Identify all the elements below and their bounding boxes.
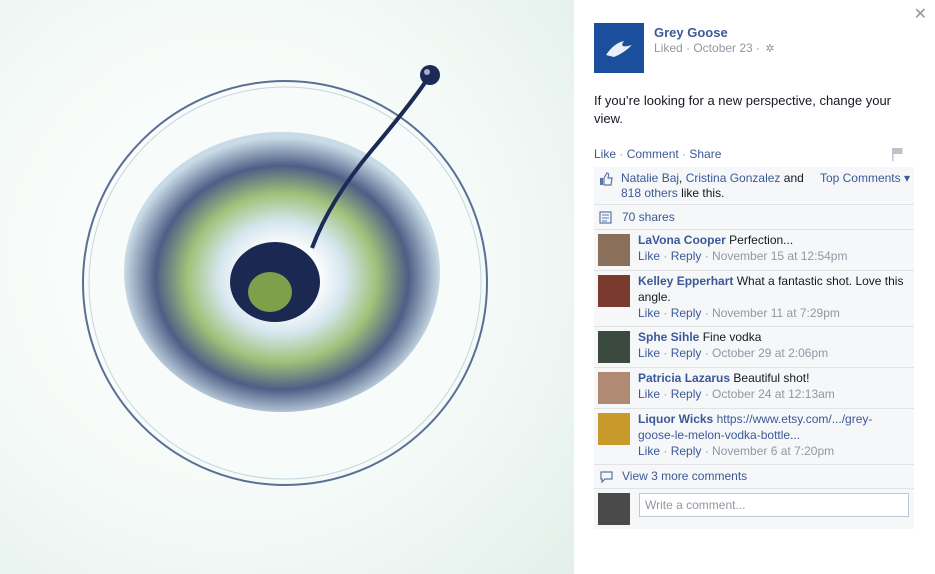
- view-more-comments-row: View 3 more comments: [594, 465, 914, 489]
- thumbs-up-icon: [600, 172, 613, 186]
- comment-like-link[interactable]: Like: [638, 444, 660, 458]
- comment-meta: Like · Reply · November 15 at 12:54pm: [638, 249, 848, 263]
- comment-text: Fine vodka: [702, 330, 762, 344]
- comment-reply-link[interactable]: Reply: [671, 387, 702, 401]
- comment-item: LaVona Cooper Perfection... Like · Reply…: [594, 230, 914, 271]
- likes-summary: Natalie Baj, Cristina Gonzalez and 818 o…: [594, 167, 914, 205]
- comments-section: Natalie Baj, Cristina Gonzalez and 818 o…: [594, 167, 914, 529]
- comment-meta: Like · Reply · October 24 at 12:13am: [638, 387, 835, 401]
- comment-like-link[interactable]: Like: [638, 387, 660, 401]
- post-meta-text: Liked · October 23 ·: [654, 41, 761, 55]
- gear-icon[interactable]: ✲: [765, 43, 774, 55]
- comment-like-link[interactable]: Like: [638, 249, 660, 263]
- comment-item: Patricia Lazarus Beautiful shot! Like · …: [594, 368, 914, 409]
- page-name-link[interactable]: Grey Goose: [654, 25, 728, 40]
- comment-like-link[interactable]: Like: [638, 346, 660, 360]
- shares-link[interactable]: 70 shares: [622, 210, 675, 224]
- post-photo[interactable]: [0, 0, 574, 574]
- comment-text: Perfection...: [729, 233, 794, 247]
- comment-reply-link[interactable]: Reply: [671, 249, 702, 263]
- martini-glass-image: [82, 65, 488, 486]
- comment-author[interactable]: Sphe Sihle: [638, 330, 699, 344]
- comment-author[interactable]: Liquor Wicks: [638, 412, 713, 426]
- comment-body: LaVona Cooper Perfection... Like · Reply…: [638, 232, 908, 264]
- comment-meta: Like · Reply · November 11 at 7:29pm: [638, 306, 840, 320]
- comment-author[interactable]: Kelley Epperhart: [638, 274, 733, 288]
- comment-item: Liquor Wicks https://www.etsy.com/.../gr…: [594, 409, 914, 465]
- avatar: [598, 493, 630, 525]
- post-meta: Liked · October 23 · ✲: [654, 41, 775, 55]
- comment-time[interactable]: November 15 at 12:54pm: [712, 249, 847, 263]
- comment-text: Beautiful shot!: [733, 371, 810, 385]
- comment-time[interactable]: November 6 at 7:20pm: [712, 444, 834, 458]
- comment-time[interactable]: November 11 at 7:29pm: [712, 306, 840, 320]
- comment-like-link[interactable]: Like: [638, 306, 660, 320]
- comment-bubble-icon: [600, 471, 613, 483]
- likes-others-link[interactable]: 818 others: [621, 186, 678, 200]
- comment-meta: Like · Reply · November 6 at 7:20pm: [638, 444, 835, 458]
- page-avatar[interactable]: [594, 23, 644, 73]
- like-link[interactable]: Like: [594, 147, 616, 161]
- comment-time[interactable]: October 24 at 12:13am: [712, 387, 835, 401]
- liker-name[interactable]: Cristina Gonzalez: [686, 171, 781, 185]
- comment-item: Kelley Epperhart What a fantastic shot. …: [594, 271, 914, 327]
- comment-body: Sphe Sihle Fine vodka Like · Reply · Oct…: [638, 329, 908, 361]
- post-actions: Like · Comment · Share: [594, 147, 722, 161]
- likes-suffix: like this.: [681, 186, 725, 200]
- comment-reply-link[interactable]: Reply: [671, 306, 702, 320]
- comment-body: Patricia Lazarus Beautiful shot! Like · …: [638, 370, 908, 402]
- comment-reply-link[interactable]: Reply: [671, 346, 702, 360]
- close-icon[interactable]: ✕: [914, 4, 927, 24]
- comment-body: Liquor Wicks https://www.etsy.com/.../gr…: [638, 411, 908, 459]
- likes-and: and: [783, 171, 804, 185]
- flag-icon[interactable]: [890, 147, 904, 161]
- avatar[interactable]: [598, 372, 630, 404]
- comment-time[interactable]: October 29 at 2:06pm: [712, 346, 828, 360]
- avatar[interactable]: [598, 413, 630, 445]
- comment-author[interactable]: LaVona Cooper: [638, 233, 726, 247]
- comment-meta: Like · Reply · October 29 at 2:06pm: [638, 346, 829, 360]
- comment-input[interactable]: [639, 493, 909, 517]
- comment-link[interactable]: Comment: [627, 147, 679, 161]
- top-comments-dropdown[interactable]: Top Comments ▾: [820, 171, 910, 186]
- comment-body: Kelley Epperhart What a fantastic shot. …: [638, 273, 908, 321]
- liker-name[interactable]: Natalie Baj: [621, 171, 679, 185]
- comment-author[interactable]: Patricia Lazarus: [638, 371, 730, 385]
- comment-reply-link[interactable]: Reply: [671, 444, 702, 458]
- share-icon: [599, 211, 612, 224]
- comment-composer: [594, 489, 914, 529]
- shares-summary: 70 shares: [594, 205, 914, 230]
- avatar[interactable]: [598, 331, 630, 363]
- likes-text: Natalie Baj, Cristina Gonzalez and 818 o…: [621, 171, 804, 200]
- post-message: If you’re looking for a new perspective,…: [594, 93, 892, 126]
- view-more-comments-link[interactable]: View 3 more comments: [622, 469, 747, 483]
- share-link[interactable]: Share: [689, 147, 721, 161]
- post-details-panel: ✕ Grey Goose Liked · October 23 · ✲ If y…: [574, 0, 935, 574]
- avatar[interactable]: [598, 234, 630, 266]
- avatar[interactable]: [598, 275, 630, 307]
- comment-item: Sphe Sihle Fine vodka Like · Reply · Oct…: [594, 327, 914, 368]
